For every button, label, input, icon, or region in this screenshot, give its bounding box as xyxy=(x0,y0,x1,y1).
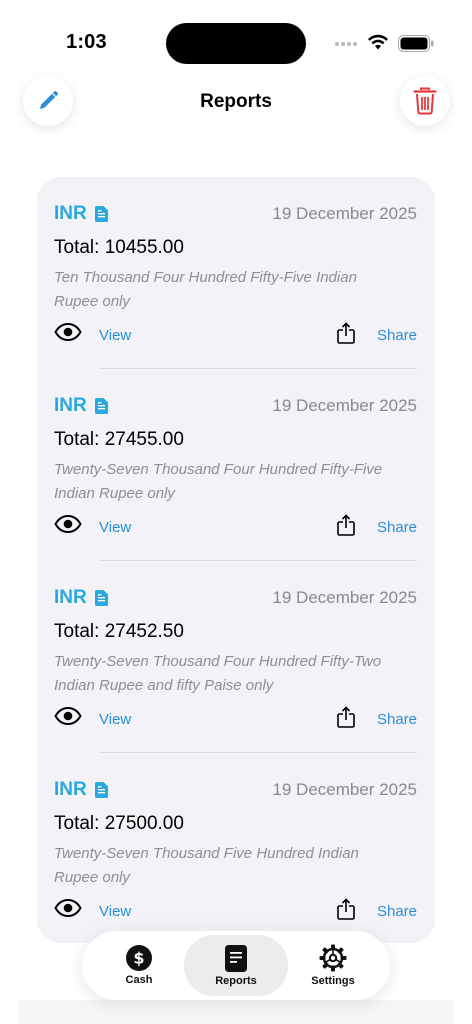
delete-button[interactable] xyxy=(400,76,450,126)
report-date: 19 December 2025 xyxy=(272,204,417,223)
battery-icon xyxy=(398,35,434,52)
report-card[interactable]: INR 19 December 2025 Total: 27452.50 Twe… xyxy=(37,561,435,753)
gear-icon xyxy=(319,944,347,972)
report-currency: INR xyxy=(54,395,108,417)
tab-label: Settings xyxy=(311,975,355,987)
cellular-signal-icon xyxy=(335,42,357,46)
share-icon[interactable] xyxy=(337,514,355,536)
report-amount-words: Twenty-Seven Thousand Four Hundred Fifty… xyxy=(54,461,383,502)
document-icon xyxy=(225,944,247,972)
tab-cash[interactable]: $ Cash xyxy=(88,935,190,996)
report-currency: INR xyxy=(54,587,108,609)
share-button[interactable]: Share xyxy=(377,327,417,344)
share-button[interactable]: Share xyxy=(377,519,417,536)
reports-list[interactable]: INR 19 December 2025 Total: 10455.00 Ten… xyxy=(37,177,435,943)
status-time: 1:03 xyxy=(66,31,107,53)
currency-code: INR xyxy=(54,587,87,608)
report-total: Total: 27452.50 xyxy=(54,621,184,642)
tab-label: Cash xyxy=(125,974,153,986)
tab-label: Reports xyxy=(215,974,257,987)
document-icon xyxy=(94,206,108,222)
view-button[interactable]: View xyxy=(99,903,131,920)
status-bar: 1:03 xyxy=(0,0,472,70)
report-card[interactable]: INR 19 December 2025 Total: 10455.00 Ten… xyxy=(37,177,435,369)
report-amount-words: Twenty-Seven Thousand Five Hundred India… xyxy=(54,845,359,886)
report-total: Total: 10455.00 xyxy=(54,237,184,258)
share-button[interactable]: Share xyxy=(377,711,417,728)
tab-bar: $ Cash Reports Settings xyxy=(82,931,390,1000)
document-icon xyxy=(94,782,108,798)
document-icon xyxy=(94,590,108,606)
nav-header: Reports xyxy=(0,76,472,128)
dynamic-island xyxy=(166,23,306,64)
trash-icon xyxy=(413,87,437,115)
currency-code: INR xyxy=(54,779,87,800)
eye-icon[interactable] xyxy=(54,707,82,725)
dollar-icon: $ xyxy=(126,945,152,971)
currency-code: INR xyxy=(54,203,87,224)
tab-settings[interactable]: Settings xyxy=(282,935,384,996)
report-date: 19 December 2025 xyxy=(272,396,417,415)
eye-icon[interactable] xyxy=(54,323,82,341)
report-currency: INR xyxy=(54,779,108,801)
view-button[interactable]: View xyxy=(99,711,131,728)
report-total: Total: 27500.00 xyxy=(54,813,184,834)
view-button[interactable]: View xyxy=(99,327,131,344)
share-icon[interactable] xyxy=(337,706,355,728)
eye-icon[interactable] xyxy=(54,515,82,533)
share-icon[interactable] xyxy=(337,322,355,344)
eye-icon[interactable] xyxy=(54,899,82,917)
report-date: 19 December 2025 xyxy=(272,588,417,607)
report-date: 19 December 2025 xyxy=(272,780,417,799)
share-icon[interactable] xyxy=(337,898,355,920)
bottom-background xyxy=(18,1000,454,1024)
report-currency: INR xyxy=(54,203,108,225)
tab-reports[interactable]: Reports xyxy=(184,935,288,996)
report-card[interactable]: INR 19 December 2025 Total: 27455.00 Twe… xyxy=(37,369,435,561)
report-card[interactable]: INR 19 December 2025 Total: 27500.00 Twe… xyxy=(37,753,435,943)
view-button[interactable]: View xyxy=(99,519,131,536)
share-button[interactable]: Share xyxy=(377,903,417,920)
report-amount-words: Ten Thousand Four Hundred Fifty-Five Ind… xyxy=(54,269,357,310)
wifi-icon xyxy=(368,34,388,50)
document-icon xyxy=(94,398,108,414)
report-amount-words: Twenty-Seven Thousand Four Hundred Fifty… xyxy=(54,653,382,694)
svg-text:$: $ xyxy=(133,949,144,968)
currency-code: INR xyxy=(54,395,87,416)
report-total: Total: 27455.00 xyxy=(54,429,184,450)
